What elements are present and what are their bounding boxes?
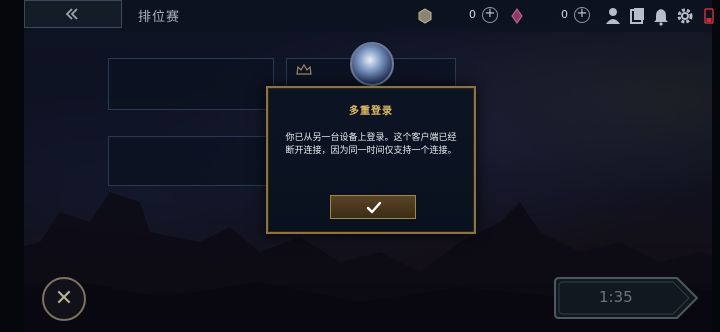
mode-panel-left	[108, 58, 274, 110]
close-icon: ✕	[54, 286, 74, 311]
confirm-button[interactable]	[330, 195, 416, 219]
dialog-title: 多重登录	[349, 106, 393, 117]
battery-icon	[704, 8, 714, 24]
rank-emblem	[350, 42, 394, 86]
notification-bell-icon[interactable]	[652, 6, 670, 26]
checkmark-icon	[366, 201, 382, 214]
wild-cores-counter: 0 +	[510, 6, 594, 26]
add-wild-cores-button[interactable]: +	[574, 7, 590, 23]
collection-icon[interactable]	[628, 6, 646, 26]
page-title: 排位赛	[138, 10, 181, 25]
add-blue-essence-button[interactable]: +	[482, 7, 498, 23]
back-button[interactable]	[24, 0, 122, 28]
blue-essence-value: 0	[469, 8, 476, 21]
multiple-login-dialog: 多重登录 你已从另一台设备上登录。这个客户端已经断开连接，因为同一时间仅支持一个…	[266, 86, 476, 234]
profile-icon[interactable]	[604, 6, 622, 26]
wild-cores-icon	[511, 8, 523, 24]
mode-panel-lower	[108, 136, 274, 186]
match-timer: 1:35	[599, 288, 633, 306]
back-arrow-icon	[65, 8, 78, 20]
left-edge-bar	[0, 0, 24, 332]
dialog-message: 你已从另一台设备上登录。这个客户端已经断开连接，因为同一时间仅支持一个连接。	[285, 133, 457, 156]
blue-essence-counter: 0 +	[418, 6, 502, 26]
top-bar: 排位赛 0 + 0 +	[24, 0, 714, 32]
crown-icon	[296, 64, 312, 75]
find-match-button[interactable]: 1:35	[553, 276, 699, 320]
system-icons	[604, 6, 714, 26]
right-edge-bar	[712, 0, 720, 332]
close-button[interactable]: ✕	[42, 277, 86, 321]
gear-icon[interactable]	[676, 6, 694, 26]
blue-essence-icon	[418, 8, 432, 24]
wild-cores-value: 0	[561, 8, 568, 21]
